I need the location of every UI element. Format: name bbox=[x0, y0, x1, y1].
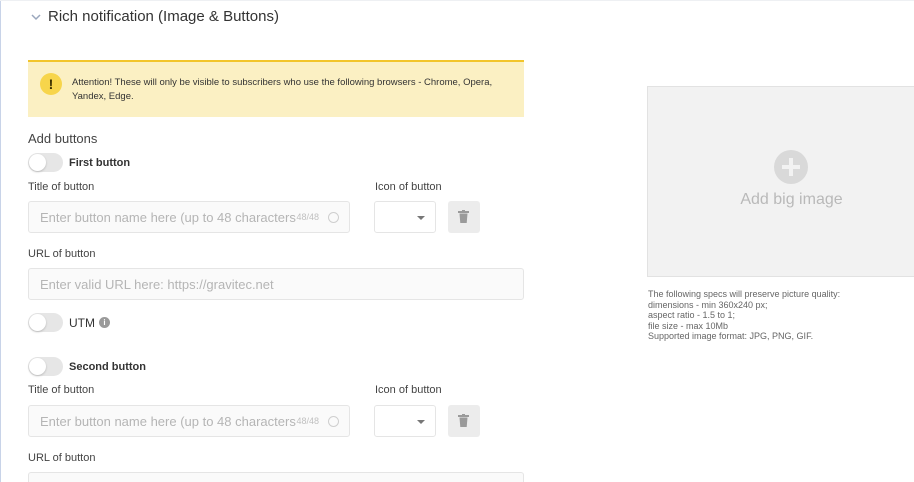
second-button-toggle-label: Second button bbox=[69, 360, 146, 373]
add-big-image-dropzone[interactable]: Add big image bbox=[647, 86, 914, 277]
first-button-delete-icon-button[interactable] bbox=[448, 201, 480, 233]
spec-line: aspect ratio - 1.5 to 1; bbox=[648, 310, 736, 320]
second-button-toggle-row: Second button bbox=[28, 357, 146, 376]
title-placeholder: Enter button name here (up to 48 charact… bbox=[40, 414, 296, 429]
toggle-knob bbox=[29, 154, 46, 171]
character-counter: 48/48 bbox=[296, 416, 319, 426]
character-counter: 48/48 bbox=[296, 212, 319, 222]
first-button-icon-label: Icon of button bbox=[375, 181, 442, 193]
first-button-url-label: URL of button bbox=[28, 248, 96, 260]
caret-down-icon bbox=[417, 420, 425, 424]
toggle-knob bbox=[29, 358, 46, 375]
add-buttons-heading: Add buttons bbox=[28, 131, 98, 146]
second-button-url-label: URL of button bbox=[28, 452, 96, 464]
image-specs: The following specs will preserve pictur… bbox=[648, 289, 840, 342]
warning-icon: ! bbox=[40, 73, 62, 95]
caret-down-icon bbox=[417, 216, 425, 220]
second-button-icon-label: Icon of button bbox=[375, 384, 442, 396]
url-placeholder: Enter valid URL here: https://gravitec.n… bbox=[40, 277, 274, 292]
browser-warning-alert: ! Attention! These will only be visible … bbox=[28, 60, 524, 117]
first-button-toggle-row: First button bbox=[28, 153, 130, 172]
alert-text: Attention! These will only be visible to… bbox=[72, 77, 493, 102]
left-border bbox=[0, 0, 1, 482]
utm-toggle-row: UTM i bbox=[28, 313, 110, 332]
add-big-image-label: Add big image bbox=[740, 191, 843, 208]
section-title: Rich notification (Image & Buttons) bbox=[48, 8, 279, 25]
first-button-icon-select[interactable] bbox=[374, 201, 436, 233]
chevron-down-icon[interactable] bbox=[30, 11, 42, 23]
trash-icon bbox=[458, 414, 469, 427]
second-button-toggle[interactable] bbox=[28, 357, 63, 376]
info-icon[interactable]: i bbox=[99, 317, 110, 328]
utm-toggle[interactable] bbox=[28, 313, 63, 332]
first-button-url-input[interactable]: Enter valid URL here: https://gravitec.n… bbox=[28, 268, 524, 300]
first-button-title-label: Title of button bbox=[28, 181, 95, 193]
spec-line: Supported image format: JPG, PNG, GIF. bbox=[648, 331, 814, 341]
second-button-title-label: Title of button bbox=[28, 384, 95, 396]
second-button-url-input[interactable] bbox=[28, 472, 524, 482]
top-divider bbox=[0, 0, 914, 1]
section-header[interactable]: Rich notification (Image & Buttons) bbox=[30, 8, 279, 25]
first-button-title-input[interactable]: Enter button name here (up to 48 charact… bbox=[28, 201, 350, 233]
first-button-toggle-label: First button bbox=[69, 156, 131, 169]
second-button-delete-icon-button[interactable] bbox=[448, 405, 480, 437]
emoji-icon[interactable] bbox=[328, 416, 339, 427]
spec-line: The following specs will preserve pictur… bbox=[648, 289, 841, 299]
emoji-icon[interactable] bbox=[328, 212, 339, 223]
trash-icon bbox=[458, 210, 469, 223]
title-placeholder: Enter button name here (up to 48 charact… bbox=[40, 210, 296, 225]
second-button-title-input[interactable]: Enter button name here (up to 48 charact… bbox=[28, 405, 350, 437]
plus-circle-icon bbox=[774, 150, 808, 184]
first-button-toggle[interactable] bbox=[28, 153, 63, 172]
toggle-knob bbox=[29, 314, 46, 331]
utm-label: UTM bbox=[69, 315, 95, 330]
second-button-icon-select[interactable] bbox=[374, 405, 436, 437]
spec-line: file size - max 10Mb bbox=[648, 320, 729, 331]
spec-line: dimensions - min 360x240 px; bbox=[648, 299, 768, 310]
